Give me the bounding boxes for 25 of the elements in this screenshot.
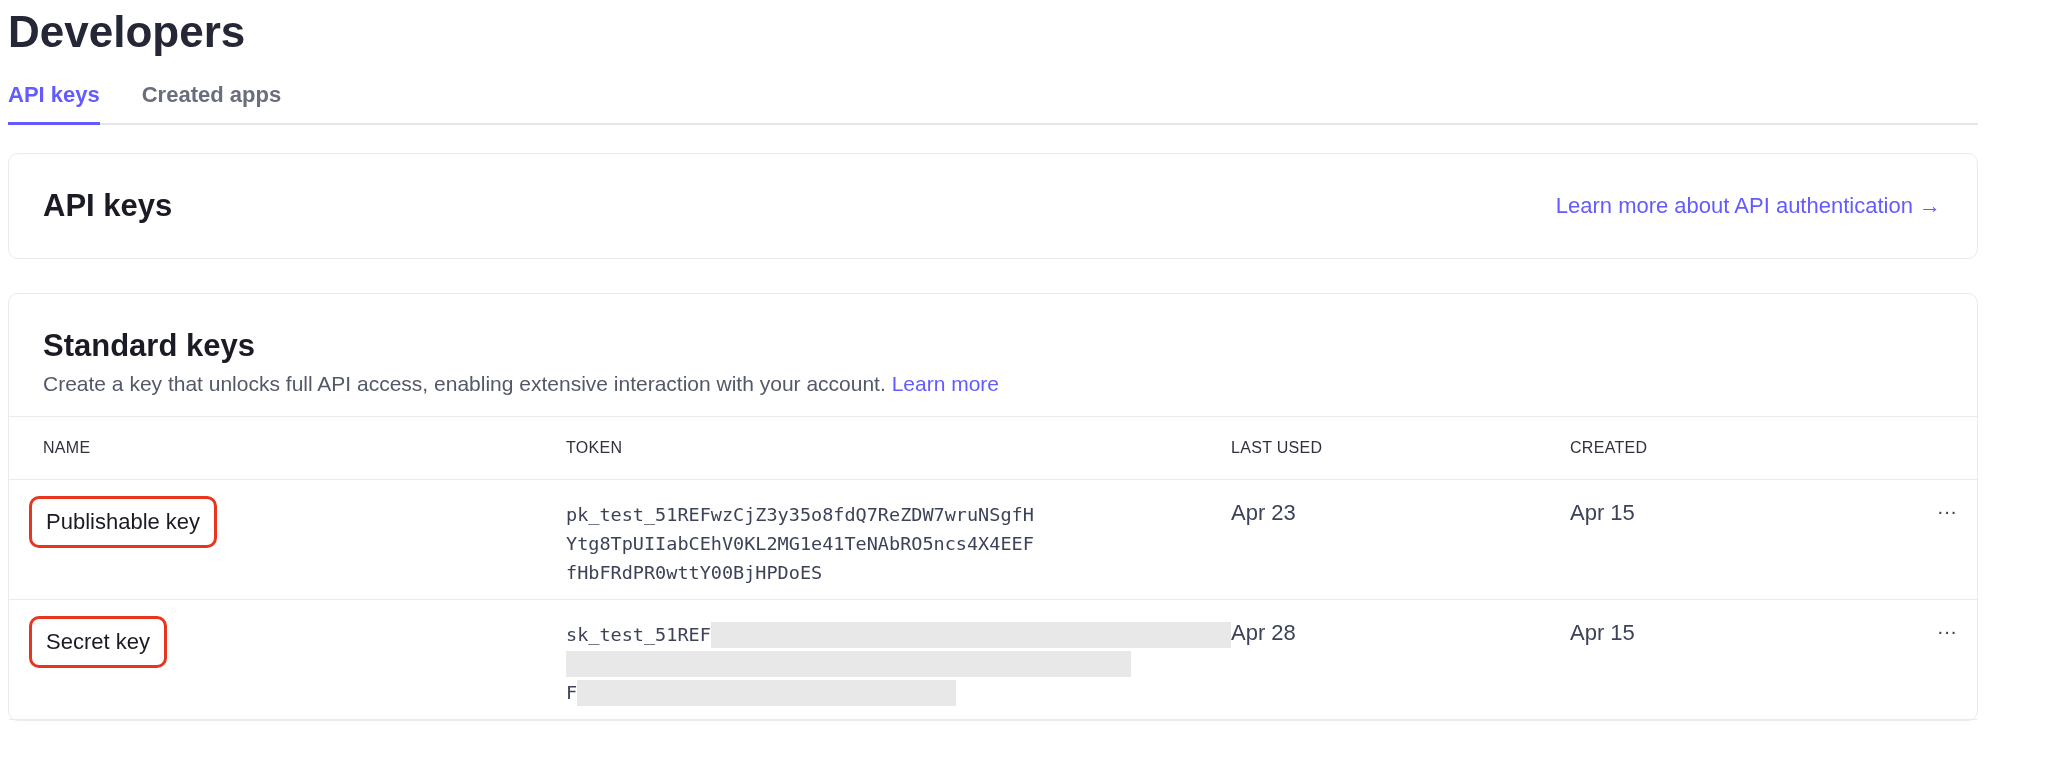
column-header: TOKEN [566,439,624,457]
learn-more-link[interactable]: Learn more about API authentication → [1555,193,1941,219]
more-options-button[interactable]: ··· [1933,500,1961,523]
section-title: Standard keys [43,328,256,364]
token-text: sk_test_51REF [566,624,711,645]
tab[interactable]: API keys [8,82,100,125]
card-title: API keys [43,188,173,224]
token-text: F [566,682,578,703]
page-title: Developers [8,6,247,58]
section-description: Create a key that unlocks full API access, enabling extensive interaction with your account. Learn more [43,372,1001,396]
created-date: Apr 15 [1570,620,1636,646]
column-header: NAME [43,439,92,457]
key-name: Secret key [29,616,167,668]
column-header: CREATED [1570,439,1649,457]
last-used-date: Apr 28 [1231,620,1297,646]
created-date: Apr 15 [1570,500,1636,526]
token-text: pk_test_51REFwzCjZ3y35o8fdQ7ReZDW7wruNSgfH [566,504,1034,525]
learn-more-link[interactable]: Learn more [891,372,1000,395]
more-options-button[interactable]: ··· [1933,620,1961,643]
column-header: LAST USED [1231,439,1324,457]
key-name: Publishable key [29,496,218,548]
tab[interactable]: Created apps [141,82,282,125]
token-text: fHbFRdPR0wttY00BjHPDoES [566,562,823,583]
token-text: Ytg8TpUIIabCEhV0KL2MG1e41TeNAbRO5ncs4X4EEF [566,533,1034,554]
last-used-date: Apr 23 [1231,500,1297,526]
